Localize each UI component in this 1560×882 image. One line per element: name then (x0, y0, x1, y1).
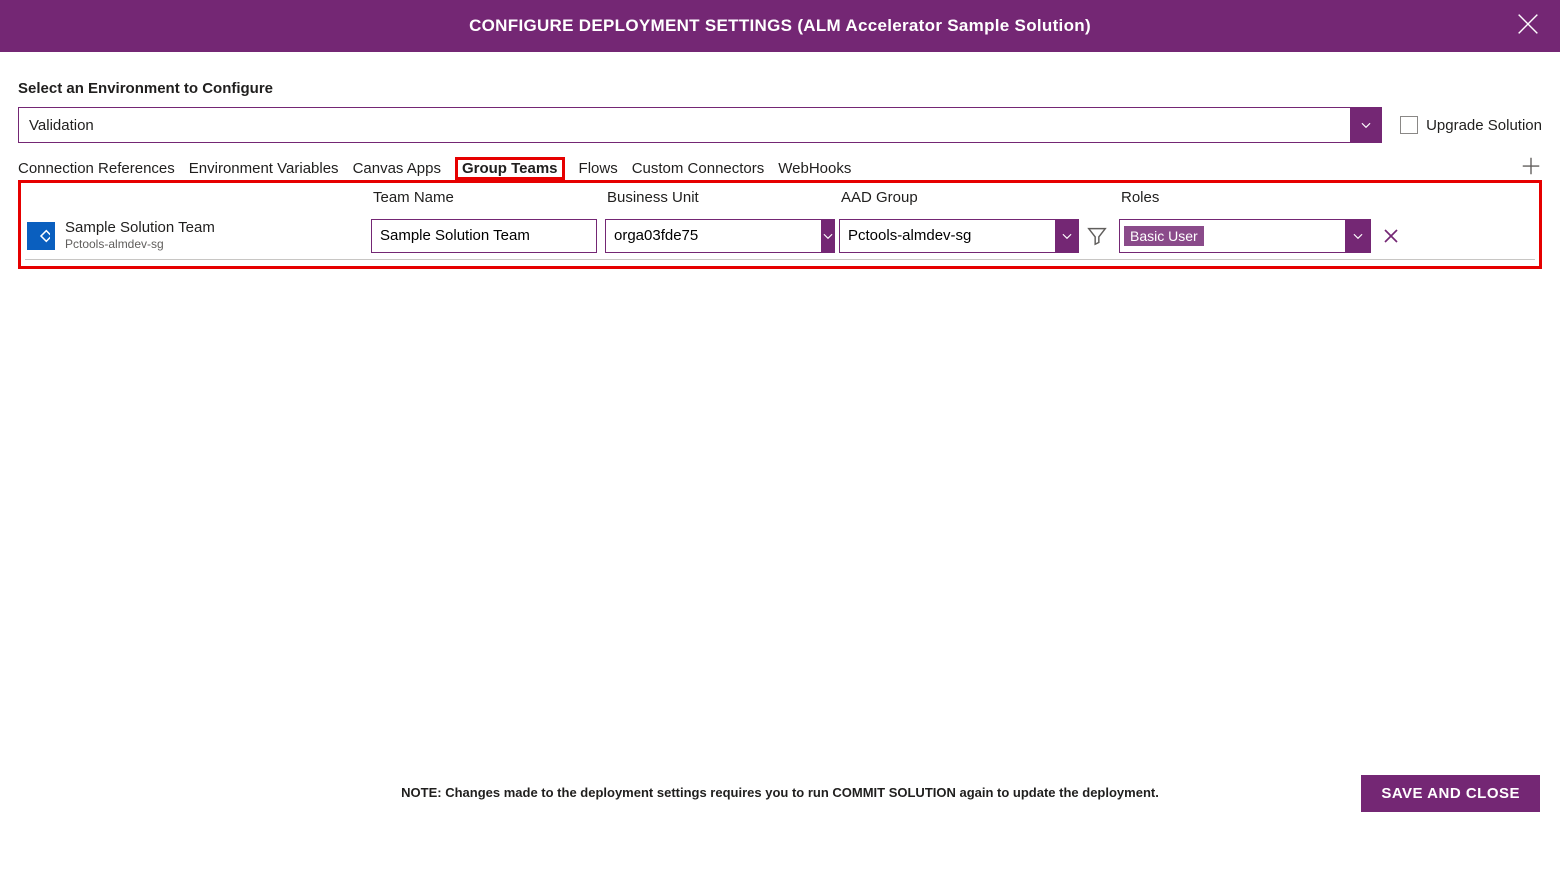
tab-group-teams[interactable]: Group Teams (455, 157, 565, 180)
grid-header: Team Name Business Unit AAD Group Roles (25, 189, 1535, 206)
close-dialog-button[interactable] (1514, 10, 1542, 45)
environment-label: Select an Environment to Configure (18, 80, 1542, 97)
role-tag: Basic User (1124, 226, 1204, 246)
col-header-team-name: Team Name (371, 189, 605, 206)
footer-note-area: NOTE: Changes made to the deployment set… (0, 784, 1560, 800)
tab-flows[interactable]: Flows (579, 158, 618, 179)
business-unit-dropdown-button[interactable] (821, 219, 835, 253)
team-display-name: Sample Solution Team (65, 219, 215, 238)
team-identity-cell: Sample Solution Team Pctools-almdev-sg (25, 219, 371, 253)
plus-icon (1520, 155, 1542, 177)
close-icon (1382, 227, 1400, 245)
close-icon (1514, 10, 1542, 38)
dialog-title: CONFIGURE DEPLOYMENT SETTINGS (ALM Accel… (469, 16, 1091, 36)
add-row-button[interactable] (1520, 155, 1542, 177)
upgrade-solution-checkbox-wrap[interactable]: Upgrade Solution (1400, 116, 1542, 134)
aad-group-select-input[interactable] (839, 219, 1055, 253)
tabs-bar: Connection References Environment Variab… (18, 157, 1542, 182)
upgrade-solution-label: Upgrade Solution (1426, 117, 1542, 134)
team-display-sub: Pctools-almdev-sg (65, 237, 215, 252)
col-header-aad-group: AAD Group (839, 189, 1083, 206)
team-identity-text: Sample Solution Team Pctools-almdev-sg (65, 219, 215, 253)
roles-select-display[interactable]: Basic User (1119, 219, 1345, 253)
tab-canvas-apps[interactable]: Canvas Apps (353, 158, 441, 179)
aad-group-filter-button[interactable] (1083, 222, 1111, 250)
aad-group-dropdown-button[interactable] (1055, 219, 1079, 253)
chevron-down-icon (1060, 229, 1074, 243)
business-unit-select-input[interactable] (605, 219, 821, 253)
col-header-roles: Roles (1119, 189, 1373, 206)
environment-row: Upgrade Solution (18, 107, 1542, 143)
filter-icon (1086, 225, 1108, 247)
save-and-close-button[interactable]: SAVE AND CLOSE (1361, 775, 1540, 812)
tab-custom-connectors[interactable]: Custom Connectors (632, 158, 765, 179)
table-row: Sample Solution Team Pctools-almdev-sg (25, 212, 1535, 260)
team-icon (27, 222, 55, 250)
delete-row-button[interactable] (1377, 222, 1405, 250)
footer-note: NOTE: Changes made to the deployment set… (401, 785, 1159, 800)
chevron-down-icon (1351, 229, 1365, 243)
environment-select[interactable] (18, 107, 1382, 143)
tab-connection-references[interactable]: Connection References (18, 158, 175, 179)
tab-environment-variables[interactable]: Environment Variables (189, 158, 339, 179)
team-name-input[interactable] (371, 219, 597, 253)
chevron-down-icon (1359, 118, 1373, 132)
tab-webhooks[interactable]: WebHooks (778, 158, 851, 179)
environment-select-input[interactable] (18, 107, 1350, 143)
col-header-business-unit: Business Unit (605, 189, 839, 206)
roles-dropdown-button[interactable] (1345, 219, 1371, 253)
dialog-header: CONFIGURE DEPLOYMENT SETTINGS (ALM Accel… (0, 0, 1560, 52)
chevron-down-icon (821, 229, 835, 243)
environment-select-dropdown-button[interactable] (1350, 107, 1382, 143)
dialog-content: Select an Environment to Configure Upgra… (0, 52, 1560, 269)
group-teams-grid-highlight: Team Name Business Unit AAD Group Roles … (18, 180, 1542, 269)
upgrade-solution-checkbox[interactable] (1400, 116, 1418, 134)
